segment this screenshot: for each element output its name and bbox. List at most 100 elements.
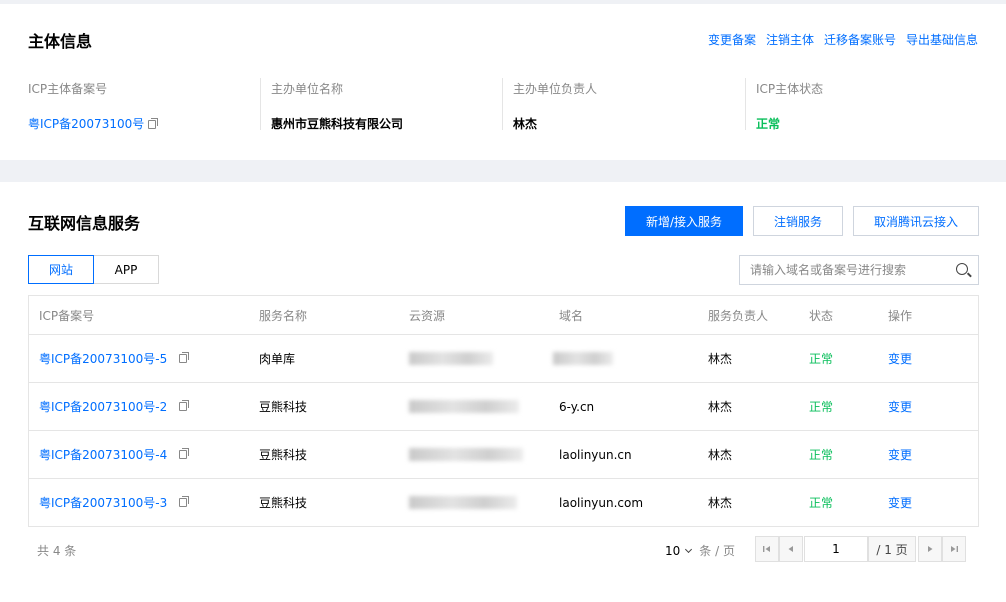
row-cloud-resource — [409, 431, 523, 478]
row-cloud-resource — [409, 335, 493, 382]
divider — [260, 78, 261, 130]
copy-icon[interactable] — [179, 352, 190, 363]
icp-subject-number-text: 粤ICP备20073100号 — [28, 117, 145, 131]
total-pages: / 1 页 — [868, 536, 916, 562]
field-label: 主办单位名称 — [271, 82, 344, 96]
field-label: ICP主体状态 — [756, 82, 824, 96]
internet-services-card: 互联网信息服务 新增/接入服务 注销服务 取消腾讯云接入 网站 APP ICP备… — [0, 182, 1006, 602]
subject-info-title: 主体信息 — [28, 32, 93, 51]
row-cloud-resource — [409, 479, 517, 526]
copy-icon[interactable] — [179, 496, 190, 507]
row-owner: 林杰 — [708, 400, 733, 414]
first-page-icon — [763, 546, 770, 552]
first-page-button[interactable] — [755, 536, 779, 562]
table-row: 粤ICP备20073100号-2 豆熊科技 6-y.cn 林杰 正常 变更 — [29, 382, 978, 430]
row-icp-text: 粤ICP备20073100号-4 — [39, 448, 168, 462]
cancel-subject-link[interactable]: 注销主体 — [766, 31, 814, 48]
tab-app[interactable]: APP — [94, 255, 159, 284]
row-change-link[interactable]: 变更 — [888, 431, 912, 478]
unlink-tencent-button[interactable]: 取消腾讯云接入 — [853, 206, 979, 236]
search-icon[interactable] — [950, 256, 978, 284]
col-icp: ICP备案号 — [39, 308, 95, 323]
col-domain: 域名 — [559, 308, 584, 323]
services-table: ICP备案号 服务名称 云资源 域名 服务负责人 状态 操作 粤ICP备2007… — [28, 295, 979, 527]
next-page-icon — [928, 546, 933, 552]
row-service-name: 肉单库 — [259, 352, 296, 366]
table-row: 粤ICP备20073100号-4 豆熊科技 laolinyun.cn 林杰 正常… — [29, 430, 978, 478]
export-info-link[interactable]: 导出基础信息 — [906, 31, 978, 48]
row-icp-number[interactable]: 粤ICP备20073100号-5 — [39, 335, 190, 382]
row-owner: 林杰 — [708, 448, 733, 462]
row-change-link[interactable]: 变更 — [888, 335, 912, 382]
migrate-account-link[interactable]: 迁移备案账号 — [824, 31, 896, 48]
redacted-block — [409, 400, 519, 413]
organizer-name-field: 主办单位名称 惠州市豆熊科技有限公司 — [271, 80, 403, 132]
divider — [502, 78, 503, 130]
redacted-block — [409, 448, 523, 461]
change-filing-link[interactable]: 变更备案 — [708, 31, 756, 48]
row-status: 正常 — [809, 400, 834, 414]
last-page-icon — [951, 546, 958, 552]
row-change-link[interactable]: 变更 — [888, 383, 912, 430]
total-count: 共 4 条 — [37, 544, 77, 558]
organizer-name: 惠州市豆熊科技有限公司 — [271, 117, 404, 131]
row-change-link[interactable]: 变更 — [888, 479, 912, 526]
cancel-service-button[interactable]: 注销服务 — [753, 206, 843, 236]
row-service-name: 豆熊科技 — [259, 496, 308, 510]
row-icp-text: 粤ICP备20073100号-5 — [39, 352, 168, 366]
page-size-select[interactable]: 10 条 / 页 — [665, 542, 735, 559]
page-number-input[interactable] — [804, 536, 868, 562]
row-status: 正常 — [809, 496, 834, 510]
redacted-block — [409, 496, 517, 509]
subject-actions: 变更备案 注销主体 迁移备案账号 导出基础信息 — [708, 31, 978, 48]
field-label: 主办单位负责人 — [513, 82, 598, 96]
divider — [745, 78, 746, 130]
row-icp-number[interactable]: 粤ICP备20073100号-4 — [39, 431, 190, 478]
col-cloud-resource: 云资源 — [409, 308, 446, 323]
search-input[interactable] — [740, 256, 950, 284]
icp-subject-number[interactable]: 粤ICP备20073100号 — [28, 115, 159, 132]
table-row: 粤ICP备20073100号-3 豆熊科技 laolinyun.com 林杰 正… — [29, 478, 978, 526]
row-icp-text: 粤ICP备20073100号-3 — [39, 496, 168, 510]
copy-icon[interactable] — [179, 448, 190, 459]
next-page-button[interactable] — [918, 536, 942, 562]
row-status: 正常 — [809, 448, 834, 462]
subject-info-card: 主体信息 变更备案 注销主体 迁移备案账号 导出基础信息 ICP主体备案号 粤I… — [0, 4, 1006, 160]
row-icp-number[interactable]: 粤ICP备20073100号-3 — [39, 479, 190, 526]
row-domain: laolinyun.com — [559, 495, 644, 510]
add-service-button[interactable]: 新增/接入服务 — [625, 206, 743, 236]
icp-subject-number-field: ICP主体备案号 粤ICP备20073100号 — [28, 80, 159, 132]
row-icp-text: 粤ICP备20073100号-2 — [39, 400, 168, 414]
table-row: 粤ICP备20073100号-5 肉单库 林杰 正常 变更 — [29, 334, 978, 382]
redacted-block — [409, 352, 493, 365]
col-service-name: 服务名称 — [259, 308, 308, 323]
services-title: 互联网信息服务 — [28, 214, 141, 233]
tab-website[interactable]: 网站 — [28, 255, 94, 284]
copy-icon[interactable] — [179, 400, 190, 411]
row-cloud-resource — [409, 383, 519, 430]
search-box — [739, 255, 979, 285]
page-size-unit: 条 / 页 — [699, 544, 735, 558]
table-header: ICP备案号 服务名称 云资源 域名 服务负责人 状态 操作 — [29, 296, 978, 334]
row-owner: 林杰 — [708, 352, 733, 366]
row-icp-number[interactable]: 粤ICP备20073100号-2 — [39, 383, 190, 430]
row-domain — [553, 335, 613, 382]
subject-status-field: ICP主体状态 正常 — [756, 80, 823, 132]
organizer-owner-field: 主办单位负责人 林杰 — [513, 80, 597, 132]
row-owner: 林杰 — [708, 496, 733, 510]
row-domain: laolinyun.cn — [559, 447, 632, 462]
row-status: 正常 — [809, 352, 834, 366]
chevron-down-icon — [685, 545, 693, 553]
prev-page-button[interactable] — [779, 536, 803, 562]
last-page-button[interactable] — [942, 536, 966, 562]
field-label: ICP主体备案号 — [28, 82, 108, 96]
col-actions: 操作 — [888, 308, 913, 323]
col-status: 状态 — [809, 308, 834, 323]
col-owner: 服务负责人 — [708, 308, 769, 323]
prev-page-icon — [788, 546, 793, 552]
row-service-name: 豆熊科技 — [259, 400, 308, 414]
row-service-name: 豆熊科技 — [259, 448, 308, 462]
copy-icon[interactable] — [148, 118, 159, 129]
redacted-block — [553, 352, 613, 365]
row-domain: 6-y.cn — [559, 399, 595, 414]
